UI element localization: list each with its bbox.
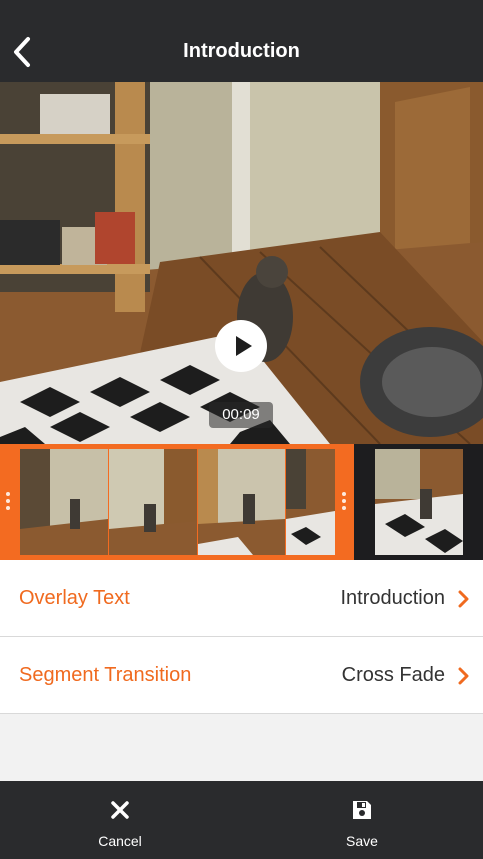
filmstrip-frame: [20, 449, 108, 555]
filmstrip-frame: [375, 449, 463, 555]
bottom-toolbar: Cancel Save: [0, 781, 483, 859]
overlay-text-label: Overlay Text: [19, 587, 130, 609]
video-preview[interactable]: 00:09: [0, 82, 483, 444]
segment-transition-row[interactable]: Segment Transition Cross Fade: [0, 637, 483, 714]
segment-settings-list: Overlay Text Introduction Segment Transi…: [0, 560, 483, 714]
segment-transition-label: Segment Transition: [19, 664, 192, 686]
play-button[interactable]: [215, 320, 267, 372]
video-segment-editor: Introduction 00:09 Overlay Text Introduc…: [0, 0, 483, 859]
cancel-label: Cancel: [98, 833, 142, 849]
trim-handle-right[interactable]: [342, 492, 346, 514]
play-icon: [236, 336, 252, 356]
filmstrip-trimmer[interactable]: [0, 444, 483, 560]
trim-handle-left[interactable]: [6, 492, 10, 514]
video-timecode: 00:09: [209, 402, 273, 428]
overlay-text-row[interactable]: Overlay Text Introduction: [0, 560, 483, 637]
filmstrip-frame: [286, 449, 335, 555]
segment-transition-value: Cross Fade: [341, 664, 445, 686]
top-bar: Introduction: [0, 0, 483, 82]
close-icon: [111, 801, 129, 819]
filmstrip-frame: [109, 449, 197, 555]
save-label: Save: [346, 833, 378, 849]
floppy-disk-icon: [353, 801, 371, 819]
page-title: Introduction: [183, 40, 300, 62]
overlay-text-value: Introduction: [340, 587, 445, 609]
video-frame: [0, 82, 483, 444]
chevron-right-icon: [458, 667, 469, 685]
filmstrip-frame: [198, 449, 285, 555]
chevron-right-icon: [458, 590, 469, 608]
save-button[interactable]: Save: [282, 781, 442, 859]
cancel-button[interactable]: Cancel: [40, 781, 200, 859]
